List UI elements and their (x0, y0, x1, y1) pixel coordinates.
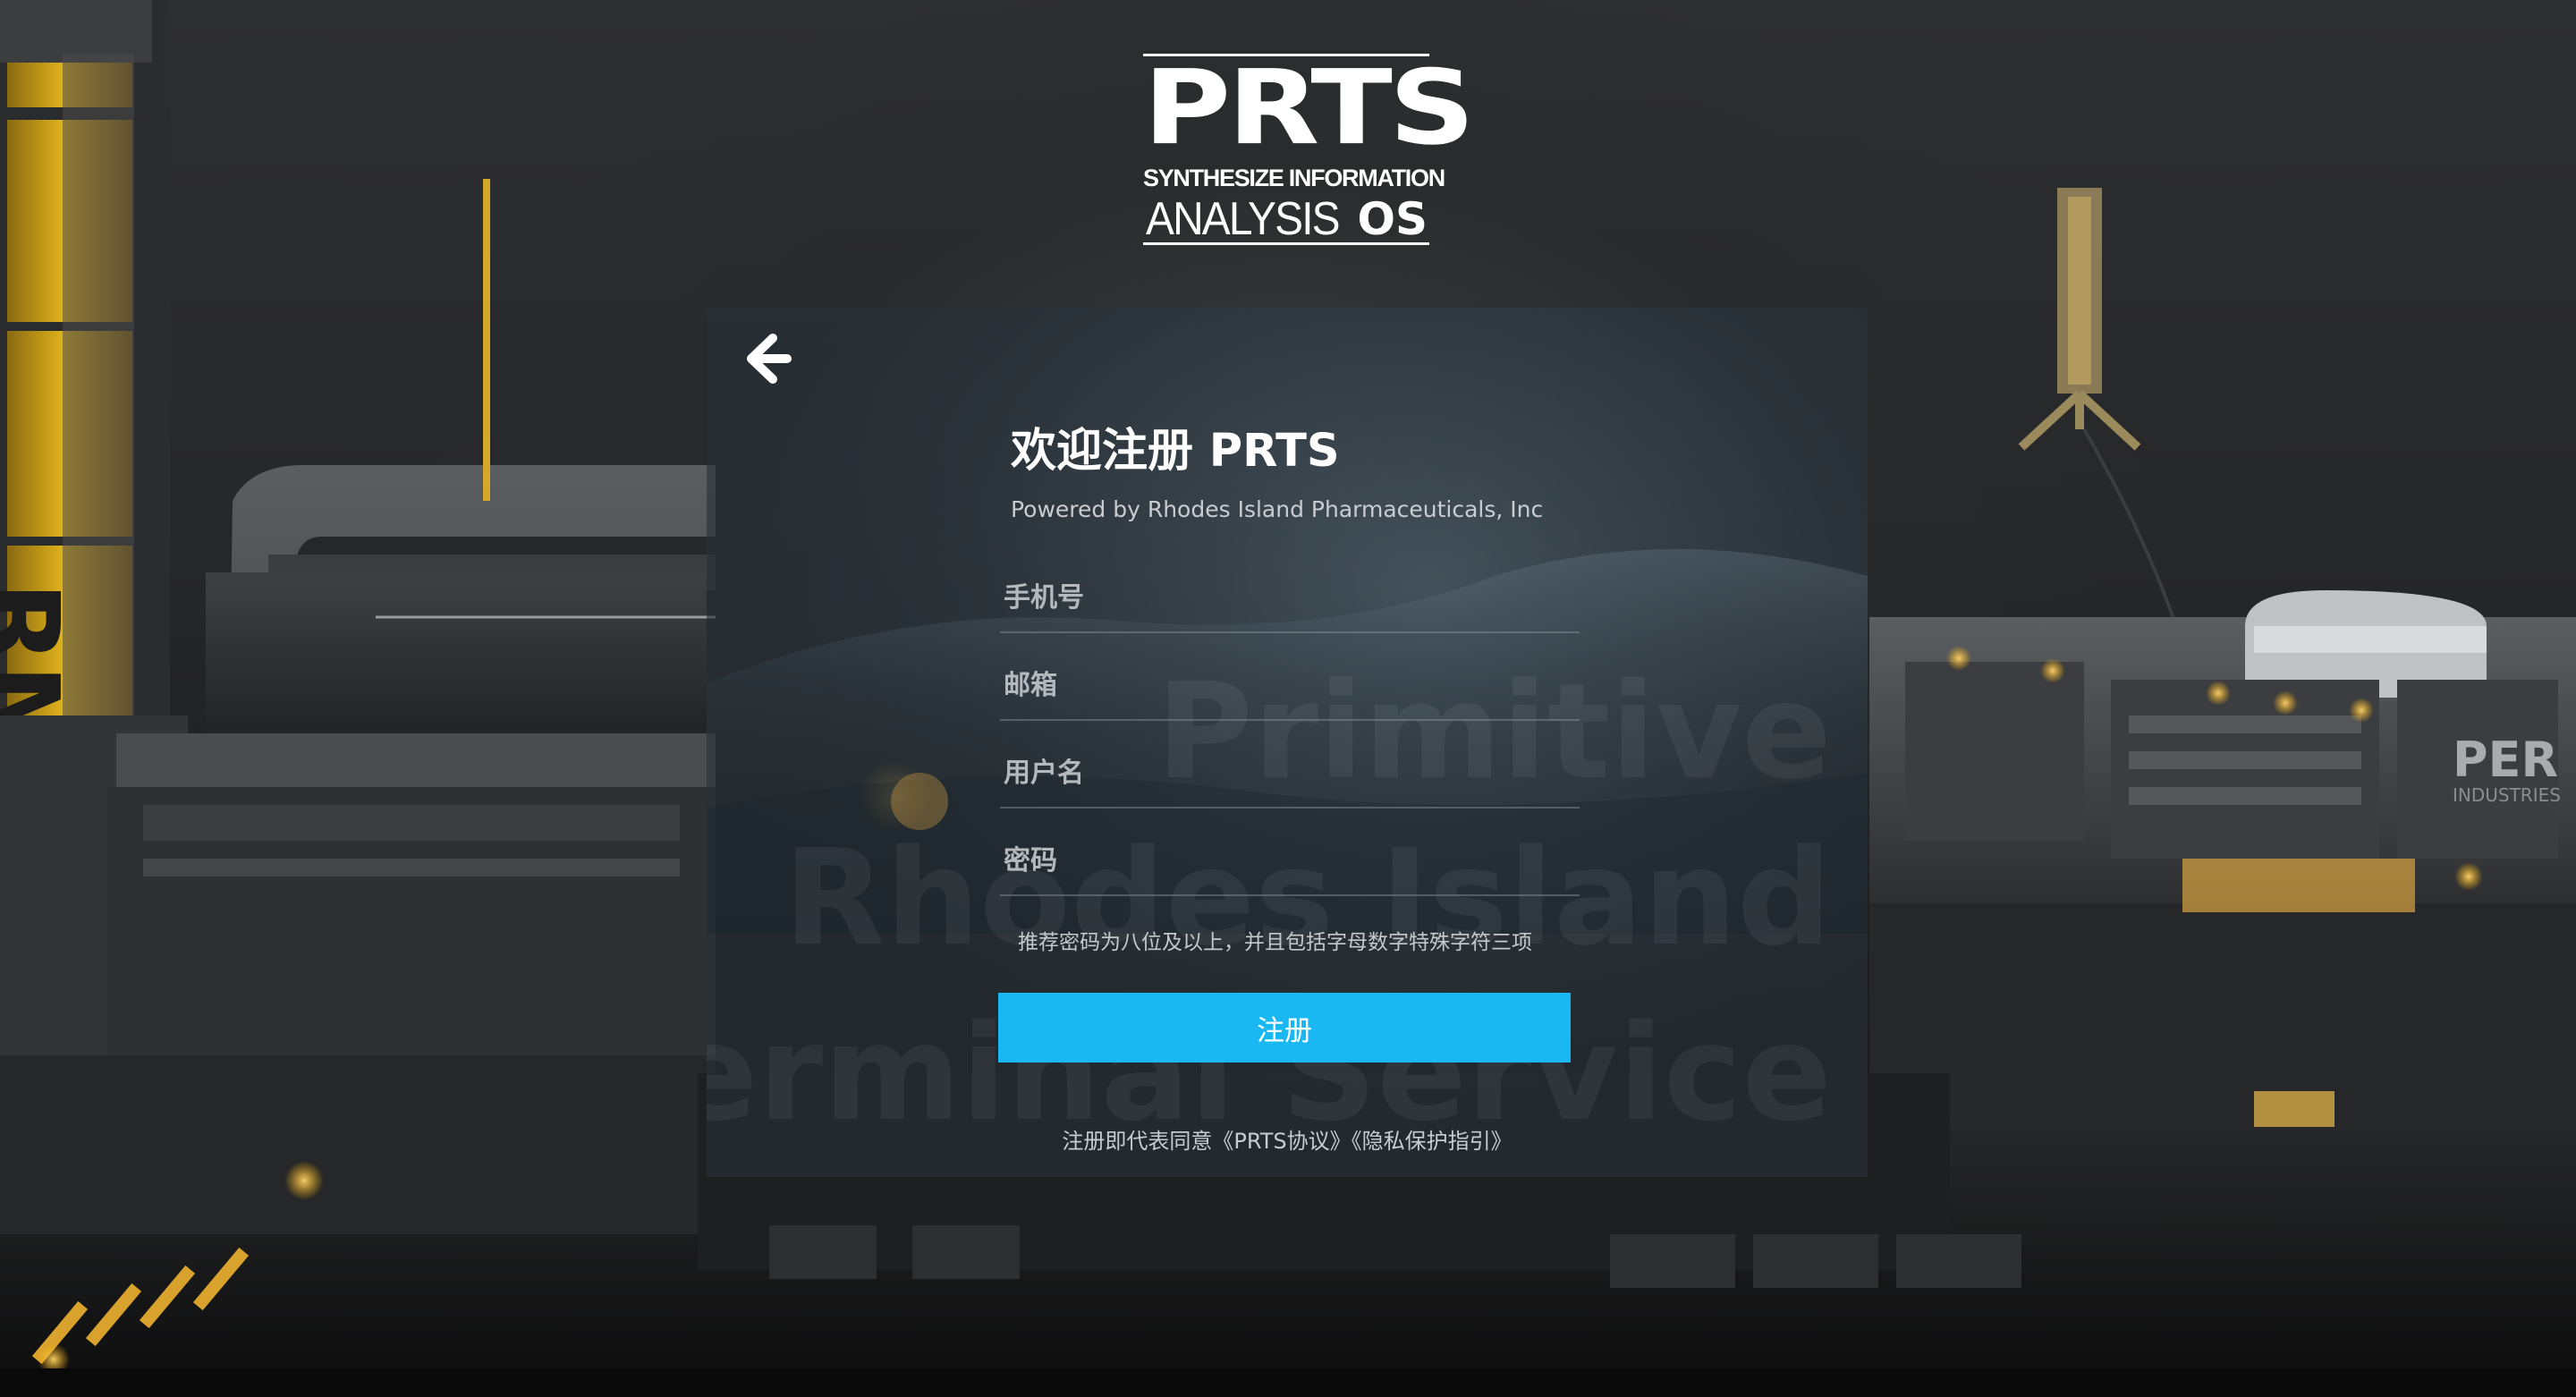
logo-bottom-row: ANALYSIS OS (1143, 190, 1429, 245)
register-button[interactable]: 注册 (998, 993, 1571, 1063)
email-input[interactable] (1000, 651, 1580, 719)
prts-logo: PRTS SYNTHESIZE INFORMATION ANALYSIS OS (1143, 47, 1475, 245)
username-input[interactable] (1000, 739, 1580, 807)
logo-subtitle: SYNTHESIZE INFORMATION (1143, 165, 1445, 191)
phone-input[interactable] (1000, 563, 1580, 631)
logo-title: PRTS (1143, 47, 1475, 168)
svg-text:INDUSTRIES: INDUSTRIES (2453, 784, 2561, 806)
username-field (1000, 739, 1580, 809)
page-subtitle: Powered by Rhodes Island Pharmaceuticals… (1011, 496, 1544, 522)
password-field (1000, 826, 1580, 896)
back-button[interactable] (733, 327, 796, 390)
logo-os: OS (1357, 193, 1428, 245)
email-field (1000, 651, 1580, 721)
password-hint: 推荐密码为八位及以上，并且包括字母数字特殊字符三项 (1018, 931, 1532, 954)
agreement-text: 注册即代表同意《PRTS协议》《隐私保护指引》 (707, 1123, 1868, 1155)
logo-analysis: ANALYSIS (1146, 193, 1341, 245)
page-title: 欢迎注册 PRTS (1011, 425, 1340, 478)
agreement-prefix: 注册即代表同意 (1062, 1129, 1213, 1154)
svg-text:PER: PER (2453, 732, 2558, 788)
arrow-left-icon (747, 334, 792, 384)
phone-field (1000, 563, 1580, 633)
password-input[interactable] (1000, 826, 1580, 894)
register-card: Primitive Rhodes Island Terminal Service… (707, 308, 1868, 1177)
terms-link[interactable]: 《PRTS协议》 (1212, 1129, 1351, 1154)
privacy-link[interactable]: 《隐私保护指引》 (1352, 1129, 1513, 1154)
